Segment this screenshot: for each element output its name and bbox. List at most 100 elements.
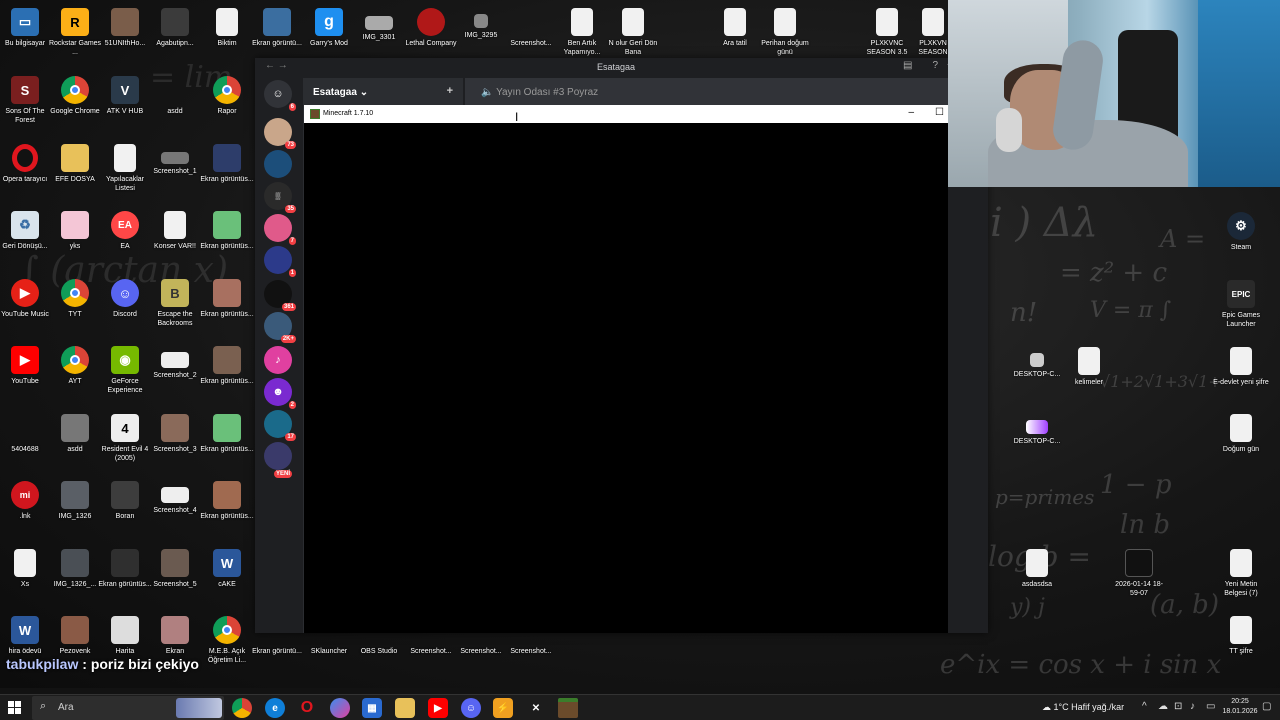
copilot-taskbar-icon[interactable] — [330, 698, 350, 718]
desktop-icon[interactable]: Xs — [0, 545, 50, 609]
desktop-icon[interactable]: Ekran görüntüs... — [200, 477, 254, 541]
desktop-icon[interactable]: ▶ YouTube Music — [0, 275, 50, 339]
search-box[interactable]: ⌕ Ara — [32, 696, 224, 720]
desktop-icon[interactable]: Konser VAR!! — [150, 207, 200, 271]
speaker-icon[interactable]: ♪ — [1190, 701, 1195, 712]
desktop-icon[interactable]: ▭ Bu bilgisayar — [0, 4, 50, 68]
desktop-icon[interactable]: Screenshot_3 — [150, 410, 200, 474]
desktop-icon[interactable]: Boran — [100, 477, 150, 541]
help-icon[interactable]: ? — [932, 60, 938, 71]
desktop-icon[interactable]: 4 Resident Evil 4 (2005) — [100, 410, 150, 474]
desktop-icon[interactable]: IMG_1326_... — [50, 545, 100, 609]
server-icon[interactable]: YENİ — [264, 442, 292, 478]
maximize-button[interactable]: ☐ — [935, 107, 944, 118]
desktop-icon[interactable]: asdd — [150, 72, 200, 136]
server-icon[interactable] — [264, 150, 292, 178]
server-icon[interactable]: ♪ — [264, 346, 292, 374]
server-icon[interactable]: ▒ 35 — [264, 182, 296, 213]
minecraft-titlebar[interactable]: Minecraft 1.7.10 – ☐ — [304, 105, 948, 123]
desktop-icon[interactable]: Screenshot_4 — [150, 477, 200, 541]
minimize-button[interactable]: – — [908, 107, 914, 118]
minecraft-taskbar-icon[interactable] — [558, 698, 578, 718]
desktop-icon[interactable]: asdd — [50, 410, 100, 474]
desktop-icon[interactable]: TT şifre — [1216, 612, 1266, 676]
desktop-icon[interactable]: 2026-01-14 18-59-07 — [1114, 545, 1164, 609]
desktop-icon[interactable]: Opera tarayıcı — [0, 140, 50, 204]
capcut-taskbar-icon[interactable]: ✕ — [526, 698, 546, 718]
onedrive-icon[interactable]: ☁ — [1158, 701, 1168, 712]
desktop-icon[interactable]: W cAKE — [202, 545, 252, 609]
battery-icon[interactable]: ▭ — [1206, 701, 1215, 712]
desktop-icon[interactable]: DESKTOP-C... — [1012, 343, 1062, 407]
desktop-icon[interactable]: B Escape the Backrooms — [150, 275, 200, 339]
desktop-icon[interactable]: Screenshot_2 — [150, 342, 200, 406]
desktop-icon[interactable]: ⚙ Steam — [1216, 208, 1266, 272]
sklauncher-taskbar-icon[interactable]: ⚡ — [493, 698, 513, 718]
desktop-icon[interactable]: Screenshot_5 — [150, 545, 200, 609]
server-icon[interactable]: 2K+ — [264, 312, 296, 343]
add-member-icon[interactable]: + — [447, 85, 453, 97]
desktop-icon[interactable]: EPIC Epic Games Launcher — [1216, 276, 1266, 340]
server-icon[interactable]: ☻ 2 — [264, 378, 296, 409]
desktop-icon[interactable]: IMG_1326 — [50, 477, 100, 541]
desktop-icon[interactable]: S Sons Of The Forest — [0, 72, 50, 136]
desktop-icon[interactable]: ▶ YouTube — [0, 342, 50, 406]
desktop-icon[interactable]: V ATK V HUB — [100, 72, 150, 136]
desktop-icon[interactable]: Biktim — [202, 4, 252, 68]
desktop-icon[interactable]: R Rockstar Games ... — [49, 4, 101, 68]
server-icon[interactable]: 361 — [264, 280, 296, 311]
desktop-icon[interactable]: Doğum gün — [1216, 410, 1266, 474]
desktop-icon[interactable]: M.E.B. Açık Öğretim Li... — [202, 612, 252, 676]
server-icon[interactable]: 17 — [264, 410, 296, 441]
desktop-icon[interactable]: Ekran görüntüs... — [200, 140, 254, 204]
desktop-icon[interactable]: Screenshot_1 — [150, 140, 200, 204]
store-taskbar-icon[interactable]: ▦ — [362, 698, 382, 718]
chrome-taskbar-icon[interactable] — [232, 698, 252, 718]
server-icon[interactable]: 73 — [264, 118, 296, 149]
server-header[interactable]: Esatagaa ⌄ + — [303, 78, 463, 106]
desktop-icon[interactable]: ♻ Geri Dönüşü... — [0, 207, 50, 271]
edge-taskbar-icon[interactable]: e — [265, 698, 285, 718]
server-icon[interactable]: 7 — [264, 214, 296, 245]
notification-icon[interactable]: ▢ — [1262, 701, 1271, 712]
desktop-icon[interactable]: Ekran görüntüs... — [200, 410, 254, 474]
desktop-icon[interactable]: Ekran görüntüs... — [200, 207, 254, 271]
desktop-icon[interactable]: 51UNIthHo... — [100, 4, 150, 68]
inbox-icon[interactable]: ▤ — [903, 60, 912, 71]
desktop-icon[interactable]: ◉ GeForce Experience — [100, 342, 150, 406]
youtube-taskbar-icon[interactable]: ▶ — [428, 698, 448, 718]
minecraft-window[interactable]: Minecraft 1.7.10 – ☐ — [304, 105, 948, 633]
desktop-icon[interactable]: kelimeler — [1064, 343, 1114, 407]
chevron-up-icon[interactable]: ^ — [1142, 701, 1147, 712]
desktop-icon[interactable]: ☺ Discord — [100, 275, 150, 339]
desktop-icon[interactable]: 5404688 — [0, 410, 50, 474]
desktop-icon[interactable]: TYT — [50, 275, 100, 339]
network-icon[interactable]: ⊡ — [1174, 701, 1182, 712]
desktop-icon[interactable]: DESKTOP-C... — [1012, 410, 1062, 474]
desktop-icon[interactable]: Yapılacaklar Listesi — [100, 140, 150, 204]
desktop-icon[interactable]: AYT — [50, 342, 100, 406]
desktop-icon[interactable]: Ekran görüntüs... — [98, 545, 152, 609]
nav-arrows[interactable]: ← → — [265, 60, 288, 71]
desktop-icon[interactable]: EFE DOSYA — [50, 140, 100, 204]
discord-taskbar-icon[interactable]: ☺ — [461, 698, 481, 718]
clock[interactable]: 20:25 18.01.2026 — [1220, 697, 1260, 717]
discord-home-icon[interactable]: ☺ 6 — [264, 80, 296, 111]
desktop-icon[interactable]: E-devlet yeni şifre — [1213, 343, 1269, 407]
desktop-icon[interactable]: yks — [50, 207, 100, 271]
desktop-icon[interactable]: Yeni Metin Belgesi (7) — [1216, 545, 1266, 609]
desktop-icon[interactable]: Agabutipn... — [150, 4, 200, 68]
weather-widget[interactable]: ☁ 1°C Hafif yağ./kar — [1042, 702, 1124, 713]
image-file-icon — [517, 8, 545, 36]
desktop-icon[interactable]: EA EA — [100, 207, 150, 271]
desktop-icon[interactable]: Google Chrome — [50, 72, 100, 136]
desktop-icon[interactable]: mi .lnk — [0, 477, 50, 541]
desktop-icon[interactable]: asdasdsa — [1012, 545, 1062, 609]
opera-taskbar-icon[interactable]: O — [297, 698, 317, 718]
start-button[interactable] — [8, 701, 22, 715]
desktop-icon[interactable]: Ekran görüntüs... — [200, 342, 254, 406]
file-explorer-taskbar-icon[interactable] — [395, 698, 415, 718]
server-icon[interactable]: 1 — [264, 246, 296, 277]
desktop-icon[interactable]: Ekran görüntüs... — [200, 275, 254, 339]
desktop-icon[interactable]: Rapor — [202, 72, 252, 136]
